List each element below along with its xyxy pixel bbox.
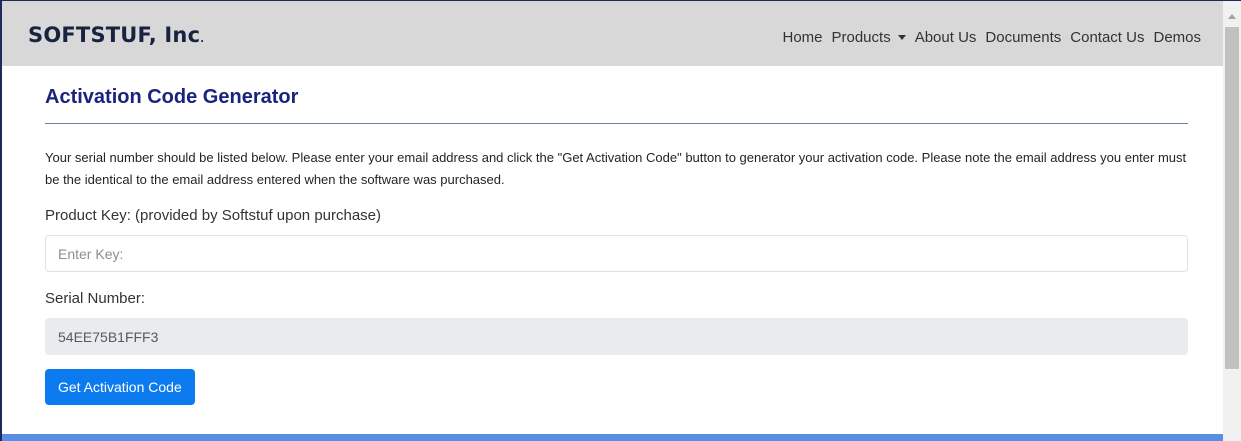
brand-logo[interactable]: SOFTSTUF, Inc. bbox=[28, 23, 204, 47]
serial-number-label: Serial Number: bbox=[45, 290, 146, 307]
nav-item-contact-us[interactable]: Contact Us bbox=[1070, 29, 1144, 46]
nav-item-documents[interactable]: Documents bbox=[985, 29, 1061, 46]
main-nav: Home Products About Us Documents Contact… bbox=[773, 29, 1201, 46]
product-key-label: Product Key: (provided by Softstuf upon … bbox=[45, 207, 382, 224]
footer-bar bbox=[2, 434, 1223, 441]
vertical-scrollbar[interactable] bbox=[1223, 1, 1241, 441]
nav-item-about-us[interactable]: About Us bbox=[915, 29, 977, 46]
nav-item-demos[interactable]: Demos bbox=[1153, 29, 1201, 46]
scrollbar-thumb[interactable] bbox=[1225, 27, 1239, 369]
navbar: SOFTSTUF, Inc. Home Products About Us Do… bbox=[2, 1, 1223, 66]
serial-number-field bbox=[45, 318, 1188, 355]
chevron-down-icon bbox=[897, 35, 906, 40]
get-activation-code-button[interactable]: Get Activation Code bbox=[45, 369, 195, 405]
intro-text: Your serial number should be listed belo… bbox=[45, 150, 1187, 187]
product-key-input[interactable] bbox=[45, 235, 1188, 272]
nav-item-products-label: Products bbox=[831, 29, 891, 46]
brand-dot: . bbox=[200, 34, 205, 45]
scroll-up-arrow-icon[interactable] bbox=[1228, 14, 1236, 19]
nav-item-home[interactable]: Home bbox=[782, 29, 822, 46]
page-title: Activation Code Generator bbox=[45, 86, 299, 108]
nav-item-products[interactable]: Products bbox=[832, 29, 906, 46]
brand-name: SOFTSTUF, Inc bbox=[28, 23, 201, 47]
title-divider bbox=[45, 123, 1188, 124]
